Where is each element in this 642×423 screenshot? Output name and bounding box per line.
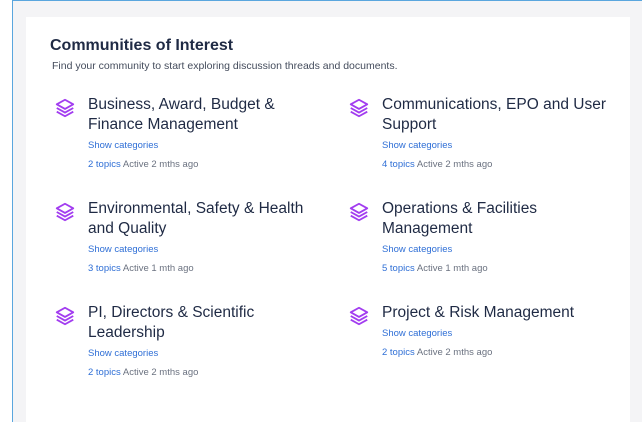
show-categories-link[interactable]: Show categories [382, 328, 452, 339]
layers-icon [349, 306, 369, 326]
topics-link[interactable]: 4 topics [382, 159, 415, 170]
community-name[interactable]: Project & Risk Management [382, 303, 612, 323]
community-meta: 5 topics Active 1 mth ago [382, 263, 488, 274]
layers-icon [55, 306, 75, 326]
topics-link[interactable]: 3 topics [88, 263, 121, 274]
layers-icon [55, 202, 75, 222]
community-meta: 4 topics Active 2 mths ago [382, 159, 492, 170]
page-title: Communities of Interest [50, 37, 234, 54]
community-meta: 2 topics Active 2 mths ago [88, 159, 198, 170]
community-meta: 2 topics Active 2 mths ago [88, 367, 198, 378]
page-subtitle: Find your community to start exploring d… [52, 60, 398, 72]
show-categories-link[interactable]: Show categories [88, 244, 158, 255]
community-meta: 3 topics Active 1 mth ago [88, 263, 194, 274]
layers-icon [349, 202, 369, 222]
community-name[interactable]: Business, Award, Budget & Finance Manage… [88, 95, 318, 135]
community-name[interactable]: Operations & Facilities Management [382, 199, 612, 239]
communities-card: Communities of Interest Find your commun… [26, 17, 630, 423]
content-frame: Communities of Interest Find your commun… [12, 0, 642, 423]
activity-text: Active 1 mth ago [122, 263, 194, 274]
activity-text: Active 2 mths ago [122, 159, 199, 170]
community-meta: 2 topics Active 2 mths ago [382, 347, 492, 358]
activity-text: Active 1 mth ago [416, 263, 488, 274]
topics-link[interactable]: 2 topics [88, 367, 121, 378]
topics-link[interactable]: 2 topics [88, 159, 121, 170]
show-categories-link[interactable]: Show categories [88, 348, 158, 359]
topics-link[interactable]: 5 topics [382, 263, 415, 274]
layers-icon [349, 98, 369, 118]
community-name[interactable]: PI, Directors & Scientific Leadership [88, 303, 318, 343]
activity-text: Active 2 mths ago [416, 347, 493, 358]
show-categories-link[interactable]: Show categories [88, 140, 158, 151]
community-name[interactable]: Environmental, Safety & Health and Quali… [88, 199, 318, 239]
layers-icon [55, 98, 75, 118]
topics-link[interactable]: 2 topics [382, 347, 415, 358]
show-categories-link[interactable]: Show categories [382, 244, 452, 255]
activity-text: Active 2 mths ago [416, 159, 493, 170]
activity-text: Active 2 mths ago [122, 367, 199, 378]
show-categories-link[interactable]: Show categories [382, 140, 452, 151]
community-name[interactable]: Communications, EPO and User Support [382, 95, 612, 135]
